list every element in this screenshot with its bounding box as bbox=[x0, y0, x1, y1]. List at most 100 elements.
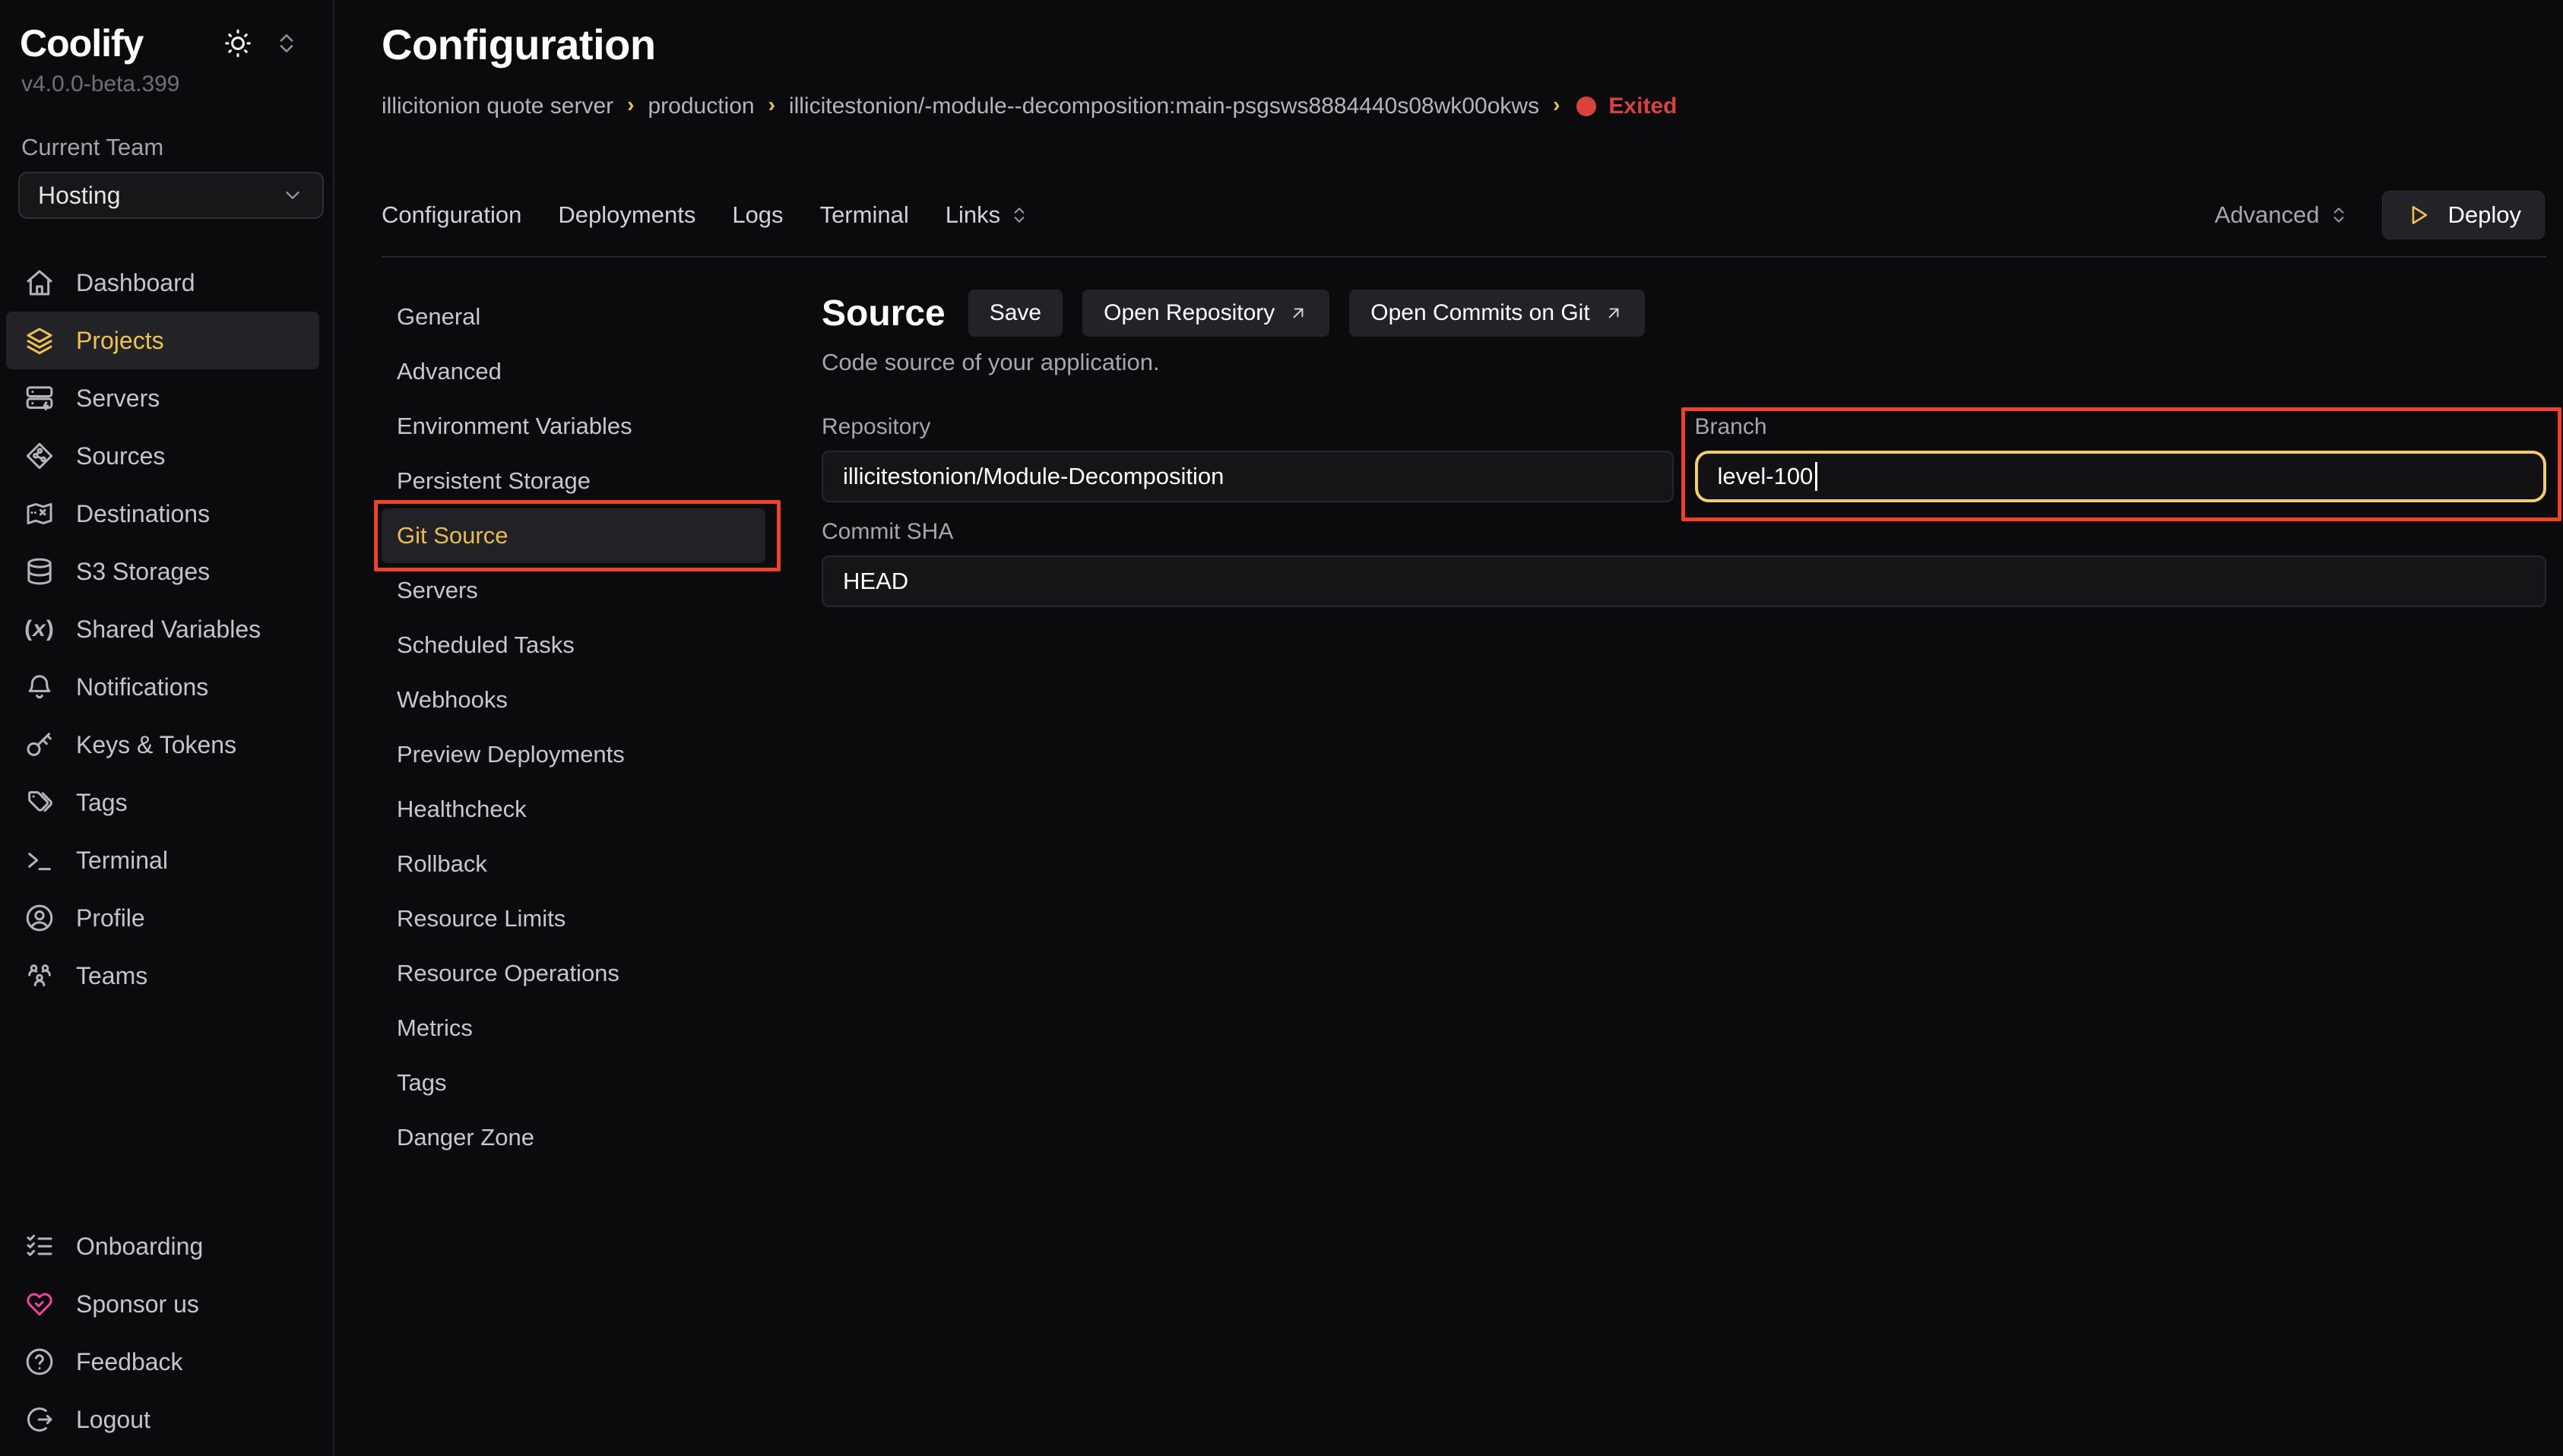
subnav-item-preview-deployments[interactable]: Preview Deployments bbox=[382, 727, 765, 782]
sidebar-item-dashboard[interactable]: Dashboard bbox=[6, 254, 319, 312]
sidebar: Coolify v4.0.0-beta.399 Current Team Hos… bbox=[0, 0, 334, 1456]
sidebar-item-label: Shared Variables bbox=[76, 616, 261, 644]
sidebar-item-projects[interactable]: Projects bbox=[6, 312, 319, 369]
key-icon bbox=[24, 730, 55, 760]
breadcrumb-project[interactable]: illicitonion quote server bbox=[382, 93, 613, 119]
sidebar-footer-nav: Onboarding Sponsor us Feedback Logout bbox=[0, 1217, 333, 1448]
subnav-label: Git Source bbox=[397, 522, 508, 549]
subnav-item-scheduled-tasks[interactable]: Scheduled Tasks bbox=[382, 618, 765, 673]
advanced-menu[interactable]: Advanced bbox=[2215, 201, 2349, 229]
sidebar-item-notifications[interactable]: Notifications bbox=[6, 658, 319, 716]
sidebar-item-destinations[interactable]: Destinations bbox=[6, 485, 319, 543]
open-commits-label: Open Commits on Git bbox=[1370, 300, 1589, 326]
subnav-label: Advanced bbox=[397, 358, 502, 385]
subnav-label: Resource Operations bbox=[397, 960, 619, 987]
sidebar-item-label: Notifications bbox=[76, 673, 208, 701]
sidebar-item-label: Teams bbox=[76, 962, 147, 990]
sidebar-item-s3-storages[interactable]: S3 Storages bbox=[6, 543, 319, 600]
sidebar-item-feedback[interactable]: Feedback bbox=[6, 1333, 319, 1391]
open-commits-button[interactable]: Open Commits on Git bbox=[1349, 290, 1644, 337]
commit-sha-label: Commit SHA bbox=[822, 519, 2546, 545]
subnav-item-general[interactable]: General bbox=[382, 290, 765, 344]
sidebar-item-terminal[interactable]: Terminal bbox=[6, 831, 319, 889]
git-icon bbox=[24, 441, 55, 471]
theme-controls bbox=[222, 27, 299, 59]
branch-input[interactable]: level-100 bbox=[1695, 451, 2547, 502]
subnav-item-advanced[interactable]: Advanced bbox=[382, 344, 765, 399]
chevron-right-icon: › bbox=[1553, 93, 1560, 117]
layers-icon bbox=[24, 325, 55, 356]
sidebar-item-profile[interactable]: Profile bbox=[6, 889, 319, 947]
subnav-item-metrics[interactable]: Metrics bbox=[382, 1001, 765, 1056]
subnav-item-git-source[interactable]: Git Source bbox=[382, 508, 765, 563]
repository-value: illicitestonion/Module-Decomposition bbox=[843, 463, 1224, 490]
sidebar-item-sponsor-us[interactable]: Sponsor us bbox=[6, 1275, 319, 1333]
text-caret bbox=[1815, 462, 1817, 491]
play-icon bbox=[2406, 202, 2432, 228]
sidebar-item-shared-variables[interactable]: (x) Shared Variables bbox=[6, 600, 319, 658]
configuration-subnav: General Advanced Environment Variables P… bbox=[382, 290, 765, 1165]
sidebar-item-teams[interactable]: Teams bbox=[6, 947, 319, 1005]
sidebar-item-label: Dashboard bbox=[76, 269, 195, 297]
commit-sha-field: Commit SHA HEAD bbox=[822, 519, 2546, 607]
subnav-item-healthcheck[interactable]: Healthcheck bbox=[382, 782, 765, 837]
main-content: Configuration illicitonion quote server … bbox=[336, 0, 2563, 1456]
tabs-actions: Advanced Deploy bbox=[2215, 191, 2546, 239]
team-select[interactable]: Hosting bbox=[18, 172, 324, 219]
section-title: Source bbox=[822, 293, 946, 334]
subnav-item-danger-zone[interactable]: Danger Zone bbox=[382, 1110, 765, 1165]
sidebar-item-label: Profile bbox=[76, 904, 145, 932]
subnav-item-rollback[interactable]: Rollback bbox=[382, 837, 765, 891]
sidebar-item-logout[interactable]: Logout bbox=[6, 1391, 319, 1448]
tab-deployments[interactable]: Deployments bbox=[558, 201, 695, 229]
subnav-item-tags[interactable]: Tags bbox=[382, 1056, 765, 1110]
subnav-item-servers[interactable]: Servers bbox=[382, 563, 765, 618]
user-circle-icon bbox=[24, 903, 55, 933]
chevrons-up-down-icon[interactable] bbox=[274, 30, 299, 56]
subnav-item-environment-variables[interactable]: Environment Variables bbox=[382, 399, 765, 454]
subnav-item-resource-operations[interactable]: Resource Operations bbox=[382, 946, 765, 1001]
status-badge: Exited bbox=[1576, 93, 1677, 119]
subnav-label: General bbox=[397, 303, 480, 331]
arrow-up-right-icon bbox=[1604, 303, 1624, 323]
sidebar-item-tags[interactable]: Tags bbox=[6, 774, 319, 831]
subnav-label: Servers bbox=[397, 577, 478, 604]
sidebar-item-onboarding[interactable]: Onboarding bbox=[6, 1217, 319, 1275]
deploy-button[interactable]: Deploy bbox=[2382, 191, 2546, 239]
breadcrumb-application[interactable]: illicitestonion/-module--decomposition:m… bbox=[789, 93, 1539, 119]
configuration-content: General Advanced Environment Variables P… bbox=[382, 290, 2546, 1165]
open-repository-button[interactable]: Open Repository bbox=[1082, 290, 1329, 337]
tabs-row: Configuration Deployments Logs Terminal … bbox=[382, 191, 2546, 239]
subnav-item-resource-limits[interactable]: Resource Limits bbox=[382, 891, 765, 946]
sidebar-item-sources[interactable]: Sources bbox=[6, 427, 319, 485]
subnav-label: Resource Limits bbox=[397, 905, 566, 932]
sun-icon[interactable] bbox=[222, 27, 254, 59]
save-button[interactable]: Save bbox=[968, 290, 1063, 337]
advanced-label: Advanced bbox=[2215, 201, 2320, 229]
tab-configuration[interactable]: Configuration bbox=[382, 201, 521, 229]
tab-links[interactable]: Links bbox=[946, 201, 1029, 229]
subnav-label: Metrics bbox=[397, 1014, 473, 1042]
subnav-label: Tags bbox=[397, 1069, 446, 1097]
sidebar-item-label: Tags bbox=[76, 789, 128, 817]
subnav-item-webhooks[interactable]: Webhooks bbox=[382, 673, 765, 727]
sidebar-item-label: Feedback bbox=[76, 1348, 183, 1376]
source-section-header: Source Save Open Repository Open Commits… bbox=[822, 290, 2546, 337]
repository-input[interactable]: illicitestonion/Module-Decomposition bbox=[822, 451, 1674, 502]
app-logo[interactable]: Coolify bbox=[20, 21, 143, 65]
repository-field: Repository illicitestonion/Module-Decomp… bbox=[822, 414, 1674, 502]
commit-sha-input[interactable]: HEAD bbox=[822, 555, 2546, 607]
sidebar-item-servers[interactable]: Servers bbox=[6, 369, 319, 427]
sidebar-item-keys-tokens[interactable]: Keys & Tokens bbox=[6, 716, 319, 774]
bell-icon bbox=[24, 672, 55, 702]
variable-icon: (x) bbox=[24, 614, 55, 644]
sidebar-item-label: Keys & Tokens bbox=[76, 731, 236, 759]
chevron-down-icon bbox=[281, 184, 304, 207]
tab-terminal[interactable]: Terminal bbox=[820, 201, 909, 229]
breadcrumb-environment[interactable]: production bbox=[648, 93, 754, 119]
tab-logs[interactable]: Logs bbox=[732, 201, 783, 229]
sidebar-nav: Dashboard Projects Servers Sources Desti… bbox=[0, 254, 333, 1005]
repository-label: Repository bbox=[822, 414, 1674, 440]
subnav-label: Rollback bbox=[397, 850, 487, 878]
subnav-item-persistent-storage[interactable]: Persistent Storage bbox=[382, 454, 765, 508]
